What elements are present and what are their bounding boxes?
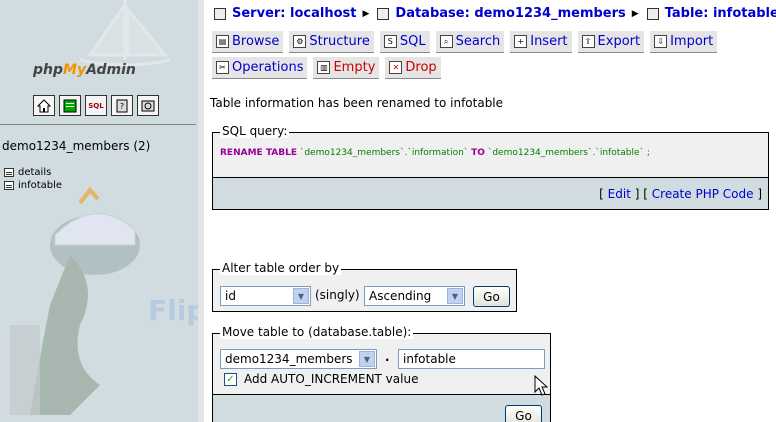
svg-text:?: ? bbox=[120, 102, 124, 111]
table-icon bbox=[646, 7, 659, 20]
move-table-fieldset: Move table to (database.table): demo1234… bbox=[212, 325, 551, 395]
breadcrumb-server[interactable]: Server: localhost bbox=[232, 6, 356, 21]
flipperhost-watermark: FlipperHost bbox=[148, 294, 198, 327]
target-database-select[interactable]: demo1234_members ▼ bbox=[220, 349, 377, 369]
move-table-go-button[interactable]: Go bbox=[505, 405, 542, 422]
breadcrumb-database[interactable]: Database: demo1234_members bbox=[395, 6, 625, 21]
tab-import[interactable]: ⇩ Import bbox=[650, 31, 718, 53]
alter-order-legend: Alter table order by bbox=[220, 261, 342, 275]
table-icon[interactable] bbox=[4, 168, 14, 177]
sidebar-divider bbox=[0, 124, 196, 125]
alter-table-order-fieldset: Alter table order by id ▼ (singly) Ascen… bbox=[212, 261, 517, 312]
move-table-footer: Go bbox=[212, 395, 551, 422]
chevron-down-icon[interactable]: ▼ bbox=[293, 288, 309, 304]
navigation-frame: phpMyAdmin SQL ? demo1234_members (2) de… bbox=[0, 0, 198, 422]
sql-icon: S bbox=[383, 35, 397, 48]
tab-sql[interactable]: S SQL bbox=[379, 31, 430, 53]
query-window-icon[interactable] bbox=[59, 95, 81, 116]
singly-label: (singly) bbox=[315, 288, 360, 302]
sql-query-footer: [ Edit ] [ Create PHP Code ] bbox=[212, 178, 769, 210]
mouse-cursor-icon bbox=[534, 375, 548, 396]
server-icon bbox=[214, 7, 226, 20]
help-icon[interactable] bbox=[137, 95, 159, 116]
docs-icon[interactable]: ? bbox=[111, 95, 133, 116]
table-item-details[interactable]: details bbox=[4, 166, 62, 179]
order-column-select[interactable]: id ▼ bbox=[220, 286, 311, 306]
main-frame: Server: localhost ▶ Database: demo1234_m… bbox=[204, 0, 776, 422]
sql-query-legend: SQL query: bbox=[220, 124, 290, 138]
tab-operations[interactable]: ✂ Operations bbox=[212, 57, 308, 79]
create-php-code-link[interactable]: Create PHP Code bbox=[652, 187, 754, 201]
sql-icon[interactable]: SQL bbox=[85, 95, 107, 116]
database-icon bbox=[377, 7, 390, 20]
breadcrumb-arrow-icon: ▶ bbox=[631, 8, 639, 19]
order-direction-select[interactable]: Ascending ▼ bbox=[364, 286, 465, 306]
drop-icon: ✕ bbox=[389, 61, 403, 74]
edit-link[interactable]: Edit bbox=[608, 187, 631, 201]
sidebar-icon-bar: SQL ? bbox=[33, 95, 159, 116]
database-table-separator: . bbox=[385, 350, 390, 364]
tab-search[interactable]: ⌕ Search bbox=[435, 31, 505, 53]
tab-export[interactable]: ⇪ Export bbox=[577, 31, 645, 53]
table-item-label[interactable]: details bbox=[18, 166, 51, 179]
sql-query-text: RENAME TABLE `demo1234_members`.`informa… bbox=[220, 148, 650, 158]
tab-browse[interactable]: ▤ Browse bbox=[212, 31, 284, 53]
sailboat-logo-icon bbox=[79, 0, 171, 67]
tab-empty[interactable]: ▥ Empty bbox=[313, 57, 380, 79]
home-icon[interactable] bbox=[33, 95, 55, 116]
auto-increment-checkbox[interactable]: ✓ bbox=[224, 373, 237, 386]
chevron-down-icon[interactable]: ▼ bbox=[359, 351, 375, 367]
breadcrumb: Server: localhost ▶ Database: demo1234_m… bbox=[214, 6, 776, 21]
alter-order-go-button[interactable]: Go bbox=[473, 286, 510, 307]
tab-insert[interactable]: + Insert bbox=[510, 31, 572, 53]
status-message: Table information has been renamed to in… bbox=[210, 96, 504, 110]
insert-icon: + bbox=[514, 35, 528, 48]
move-table-legend: Move table to (database.table): bbox=[220, 325, 414, 339]
import-icon: ⇩ bbox=[654, 35, 668, 48]
structure-icon: ⚙ bbox=[293, 35, 307, 48]
export-icon: ⇪ bbox=[581, 35, 595, 48]
tab-structure[interactable]: ⚙ Structure bbox=[289, 31, 374, 53]
breadcrumb-arrow-icon: ▶ bbox=[362, 8, 370, 19]
operations-icon: ✂ bbox=[216, 61, 229, 74]
sql-query-box: SQL query: RENAME TABLE `demo1234_member… bbox=[212, 124, 769, 178]
sql-query-links: [ Edit ] [ Create PHP Code ] bbox=[599, 187, 762, 201]
database-link[interactable]: demo1234_members (2) bbox=[2, 139, 150, 153]
tab-bar-primary: ▤ Browse ⚙ Structure S SQL ⌕ Search + Insert … bbox=[212, 31, 718, 53]
search-icon: ⌕ bbox=[439, 35, 453, 48]
chevron-down-icon[interactable]: ▼ bbox=[447, 288, 463, 304]
phpmyadmin-logo[interactable]: phpMyAdmin bbox=[33, 62, 136, 78]
breadcrumb-table[interactable]: Table: infotable bbox=[665, 6, 776, 21]
empty-icon: ▥ bbox=[317, 61, 331, 74]
browse-icon: ▤ bbox=[216, 35, 229, 48]
tab-drop[interactable]: ✕ Drop bbox=[385, 57, 441, 79]
tab-bar-secondary: ✂ Operations ▥ Empty ✕ Drop bbox=[212, 57, 441, 79]
new-table-name-input[interactable]: infotable bbox=[398, 349, 545, 369]
auto-increment-label: Add AUTO_INCREMENT value bbox=[244, 372, 419, 386]
